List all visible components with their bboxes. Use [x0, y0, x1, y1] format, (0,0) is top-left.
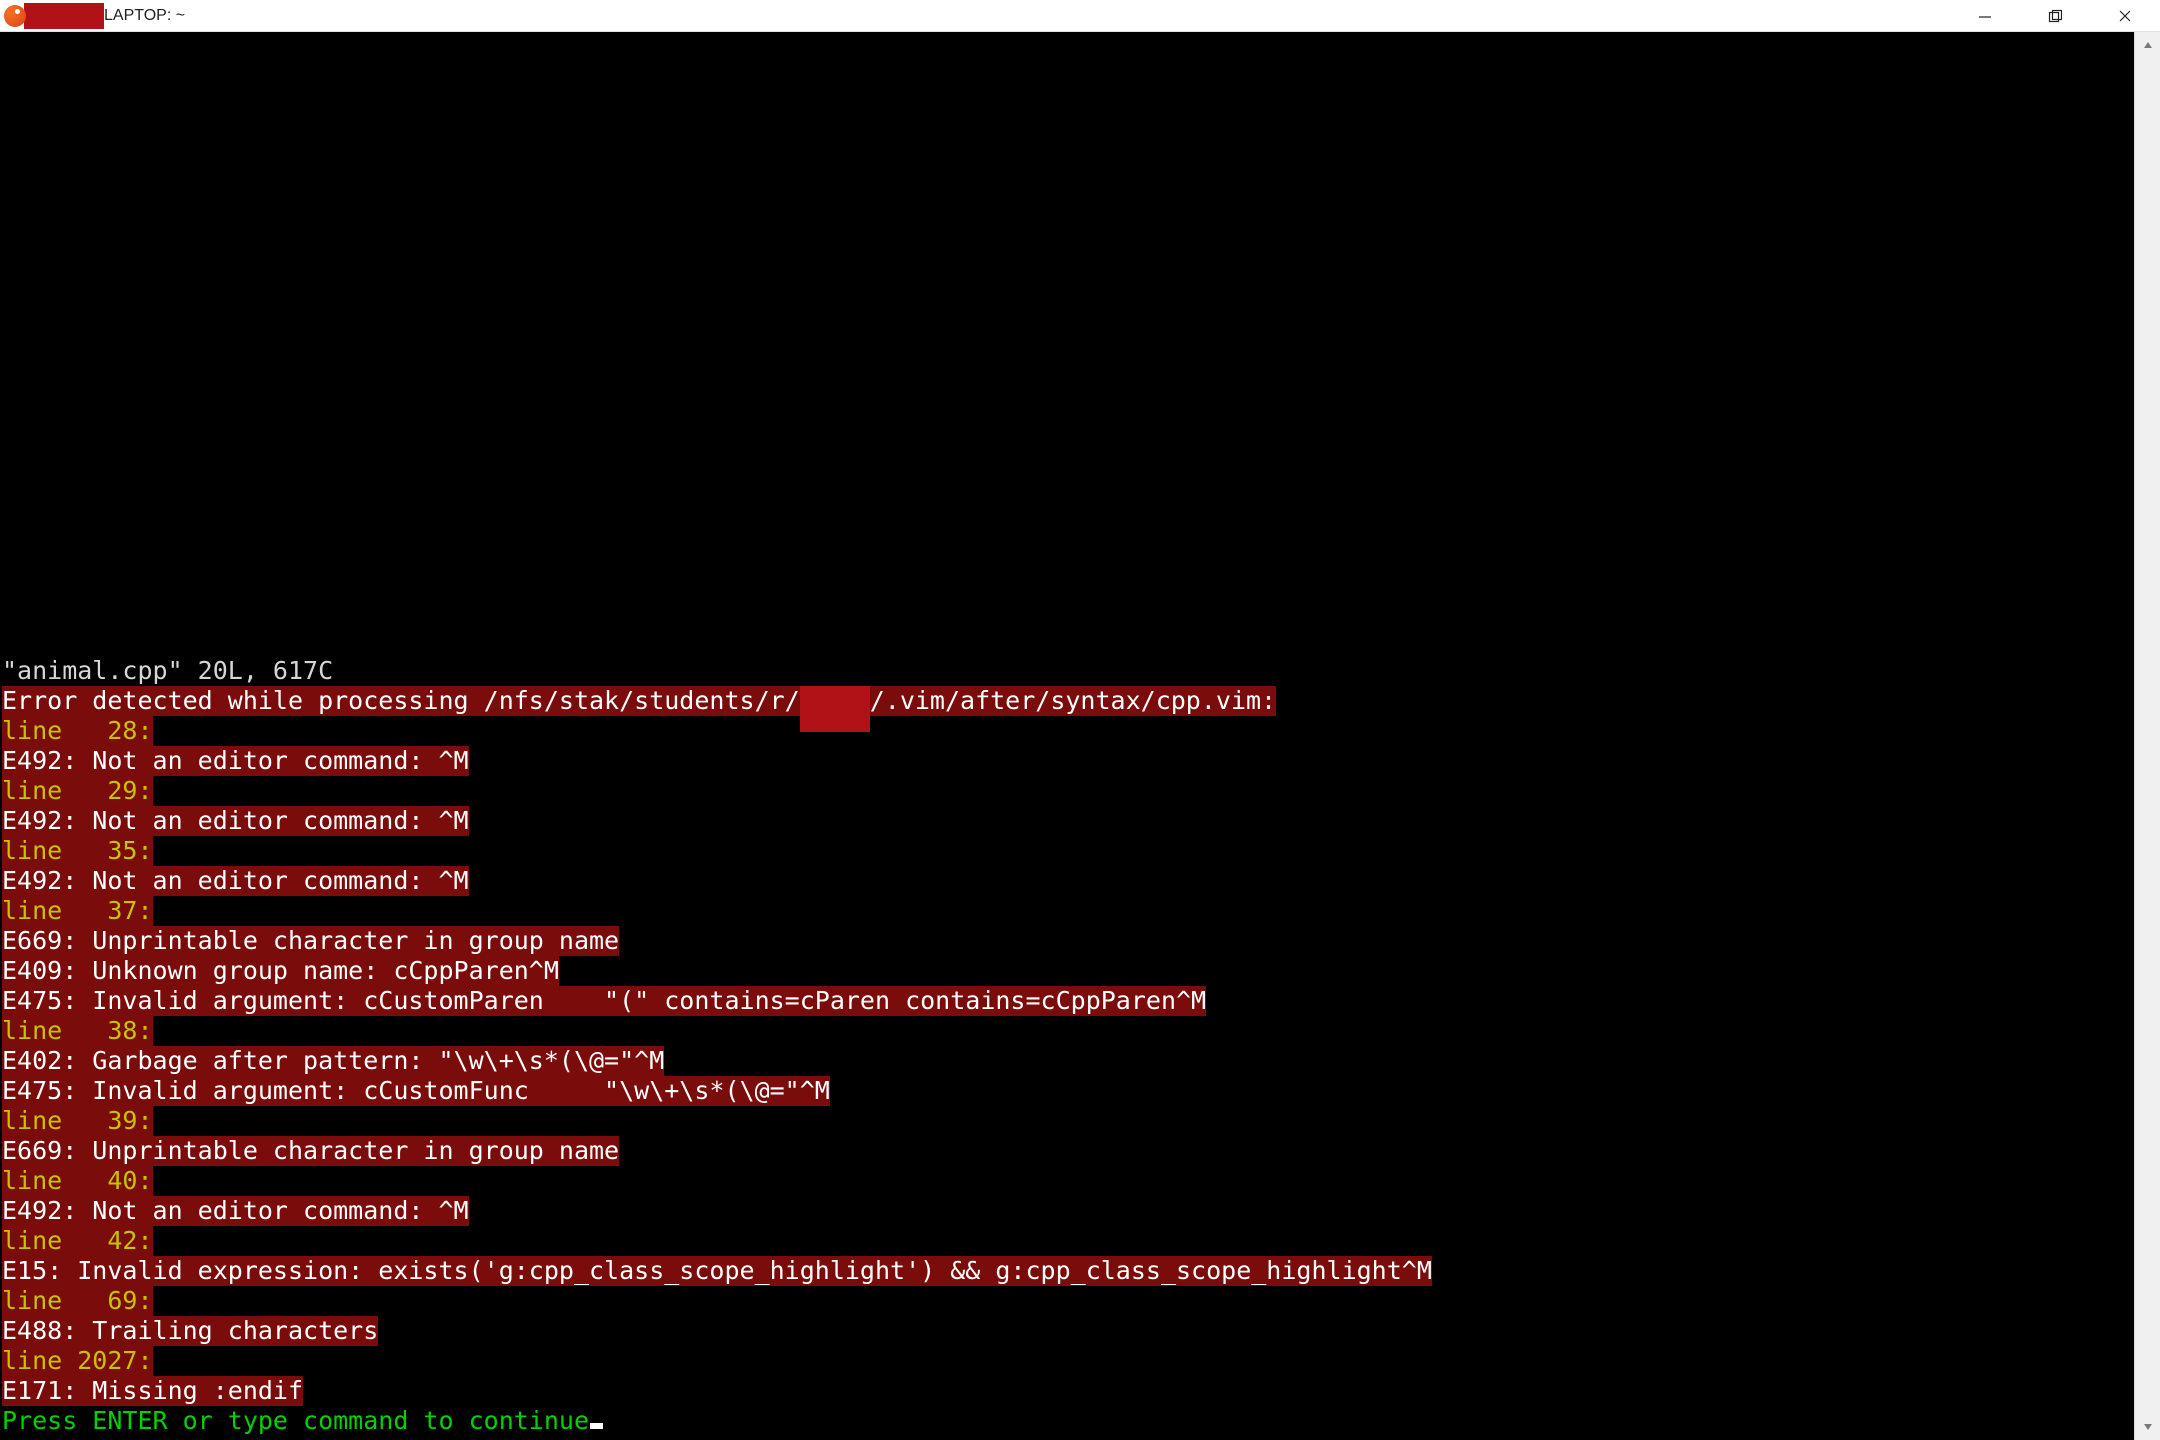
close-icon [2118, 9, 2132, 23]
vim-line-marker: line 37: [2, 896, 153, 926]
vim-error-message: E488: Trailing characters [2, 1316, 378, 1346]
terminal-line: E492: Not an editor command: ^M [2, 746, 2132, 776]
terminal-line: line 29: [2, 776, 2132, 806]
scroll-down-button[interactable] [2135, 1414, 2160, 1440]
vim-line-marker: line 2027: [2, 1346, 153, 1376]
terminal-line: "animal.cpp" 20L, 617C [2, 656, 2132, 686]
vim-error-message: E492: Not an editor command: ^M [2, 866, 469, 896]
vim-error-message: E475: Invalid argument: cCustomParen "("… [2, 986, 1206, 1016]
vim-error-message: E475: Invalid argument: cCustomFunc "\w\… [2, 1076, 830, 1106]
vim-line-marker: line 39: [2, 1106, 153, 1136]
vim-error-message: E492: Not an editor command: ^M [2, 1196, 469, 1226]
vim-error-message: E492: Not an editor command: ^M [2, 746, 469, 776]
scroll-track[interactable] [2135, 58, 2160, 1414]
terminal-line: line 2027: [2, 1346, 2132, 1376]
ubuntu-logo-icon [4, 5, 26, 27]
vim-error-message: E669: Unprintable character in group nam… [2, 926, 619, 956]
terminal-line: E492: Not an editor command: ^M [2, 866, 2132, 896]
maximize-button[interactable] [2020, 0, 2090, 32]
scroll-up-icon [2142, 39, 2154, 51]
minimize-button[interactable] [1950, 0, 2020, 32]
minimize-icon [1978, 9, 1992, 23]
vim-line-marker: line 29: [2, 776, 153, 806]
terminal-line: E669: Unprintable character in group nam… [2, 1136, 2132, 1166]
titlebar[interactable]: LAPTOP: ~ [0, 0, 2160, 32]
app-window: LAPTOP: ~ "animal.cpp" 20L, 617CError de… [0, 0, 2160, 1440]
terminal-cursor [590, 1423, 603, 1429]
file-status-text: "animal.cpp" 20L, 617C [2, 656, 333, 685]
vim-error-message: E669: Unprintable character in group nam… [2, 1136, 619, 1166]
terminal-line: line 28: [2, 716, 2132, 746]
vim-line-marker: line 38: [2, 1016, 153, 1046]
terminal-line: Press ENTER or type command to continue [2, 1406, 2132, 1436]
vertical-scrollbar[interactable] [2134, 32, 2160, 1440]
window-controls [1950, 0, 2160, 31]
terminal-line: E402: Garbage after pattern: "\w\+\s*(\@… [2, 1046, 2132, 1076]
terminal-line: E492: Not an editor command: ^M [2, 806, 2132, 836]
vim-error-message: E409: Unknown group name: cCppParen^M [2, 956, 559, 986]
vim-line-marker: line 42: [2, 1226, 153, 1256]
path-redaction-overlay [800, 686, 870, 732]
terminal-line: E409: Unknown group name: cCppParen^M [2, 956, 2132, 986]
terminal-line: E15: Invalid expression: exists('g:cpp_c… [2, 1256, 2132, 1286]
terminal-line: E475: Invalid argument: cCustomParen "("… [2, 986, 2132, 1016]
vim-continue-prompt[interactable]: Press ENTER or type command to continue [2, 1406, 589, 1435]
terminal-line: line 40: [2, 1166, 2132, 1196]
scroll-down-icon [2142, 1421, 2154, 1433]
vim-line-marker: line 69: [2, 1286, 153, 1316]
terminal-line: E669: Unprintable character in group nam… [2, 926, 2132, 956]
terminal-content: "animal.cpp" 20L, 617CError detected whi… [0, 656, 2134, 1440]
terminal-viewport[interactable]: "animal.cpp" 20L, 617CError detected whi… [0, 32, 2134, 1440]
vim-line-marker: line 40: [2, 1166, 153, 1196]
terminal-line: E492: Not an editor command: ^M [2, 1196, 2132, 1226]
window-body: "animal.cpp" 20L, 617CError detected whi… [0, 32, 2160, 1440]
terminal-line: line 42: [2, 1226, 2132, 1256]
terminal-line: E171: Missing :endif [2, 1376, 2132, 1406]
vim-error-message: E492: Not an editor command: ^M [2, 806, 469, 836]
close-button[interactable] [2090, 0, 2160, 32]
vim-line-marker: line 28: [2, 716, 153, 746]
terminal-line: line 38: [2, 1016, 2132, 1046]
titlebar-left: LAPTOP: ~ [0, 0, 185, 31]
vim-line-marker: line 35: [2, 836, 153, 866]
terminal-line: line 35: [2, 836, 2132, 866]
terminal-line: line 37: [2, 896, 2132, 926]
titlebar-redaction [24, 3, 104, 29]
scroll-up-button[interactable] [2135, 32, 2160, 58]
terminal-line: E475: Invalid argument: cCustomFunc "\w\… [2, 1076, 2132, 1106]
maximize-icon [2048, 9, 2062, 23]
terminal-line: Error detected while processing /nfs/sta… [2, 686, 2132, 716]
window-title: LAPTOP: ~ [104, 7, 185, 25]
vim-error-message: E402: Garbage after pattern: "\w\+\s*(\@… [2, 1046, 664, 1076]
terminal-line: E488: Trailing characters [2, 1316, 2132, 1346]
vim-error-message: E15: Invalid expression: exists('g:cpp_c… [2, 1256, 1432, 1286]
vim-error-message: Error detected while processing /nfs/sta… [2, 686, 1276, 716]
terminal-line: line 69: [2, 1286, 2132, 1316]
vim-error-message: E171: Missing :endif [2, 1376, 303, 1406]
terminal-line: line 39: [2, 1106, 2132, 1136]
